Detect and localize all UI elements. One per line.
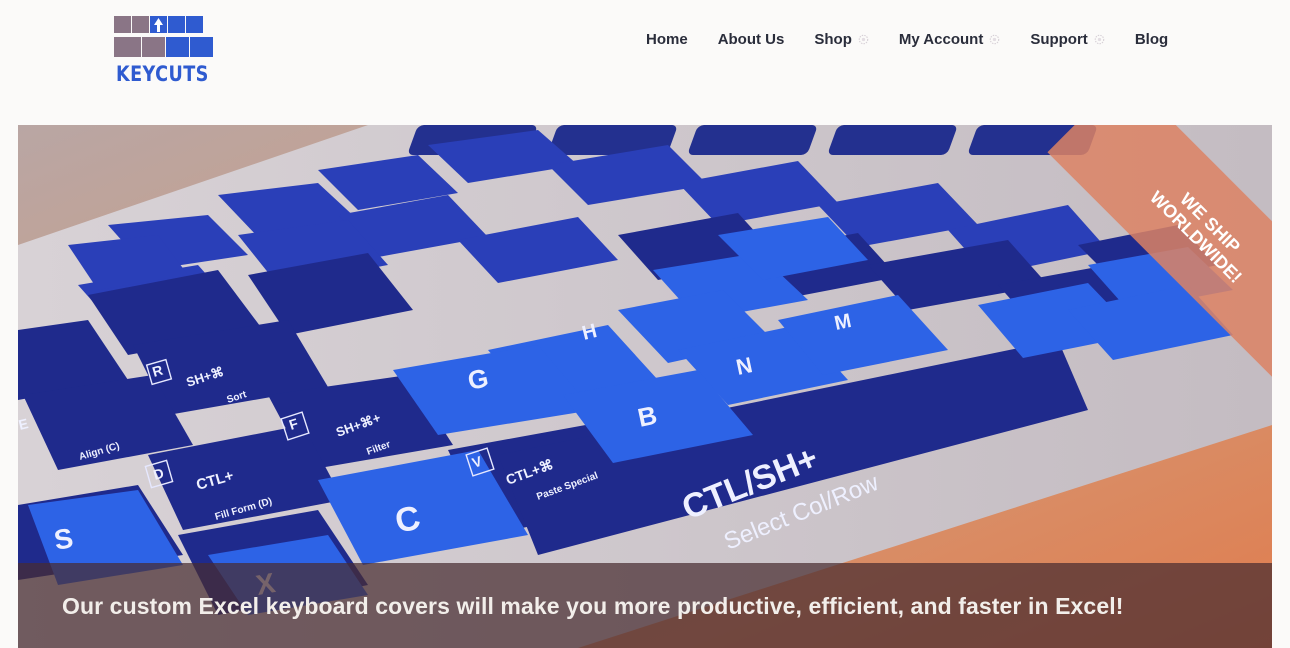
chevron-down-icon (1094, 34, 1105, 45)
nav-blog-label: Blog (1134, 31, 1169, 48)
chevron-down-icon (990, 34, 1000, 45)
nav-my-account[interactable]: My Account (899, 31, 1000, 48)
hero-banner[interactable]: G H B N M C S X CTL/SH+ Select Col/Row C… (18, 125, 1272, 648)
hero-caption: Our custom Excel keyboard covers will ma… (62, 593, 1124, 619)
nav-home-label: Home (646, 31, 688, 48)
site-header: KEYCUTS Home About Us Shop My Account Su… (0, 0, 1290, 125)
brand-name: KEYCUTS (116, 62, 209, 86)
nav-shop[interactable]: Shop (814, 31, 869, 48)
nav-about-label: About Us (717, 31, 785, 48)
keycuts-logo-icon (114, 16, 213, 57)
nav-home[interactable]: Home (646, 31, 688, 48)
nav-blog[interactable]: Blog (1135, 31, 1168, 48)
keycuts-logo[interactable]: KEYCUTS (114, 16, 214, 90)
nav-account-label: My Account (898, 31, 984, 48)
nav-about-us[interactable]: About Us (718, 31, 785, 48)
nav-shop-label: Shop (814, 31, 852, 48)
nav-support-label: Support (1030, 31, 1088, 48)
chevron-down-icon (858, 34, 869, 45)
main-nav: Home About Us Shop My Account Support Bl… (646, 31, 1168, 48)
nav-support[interactable]: Support (1030, 31, 1105, 48)
